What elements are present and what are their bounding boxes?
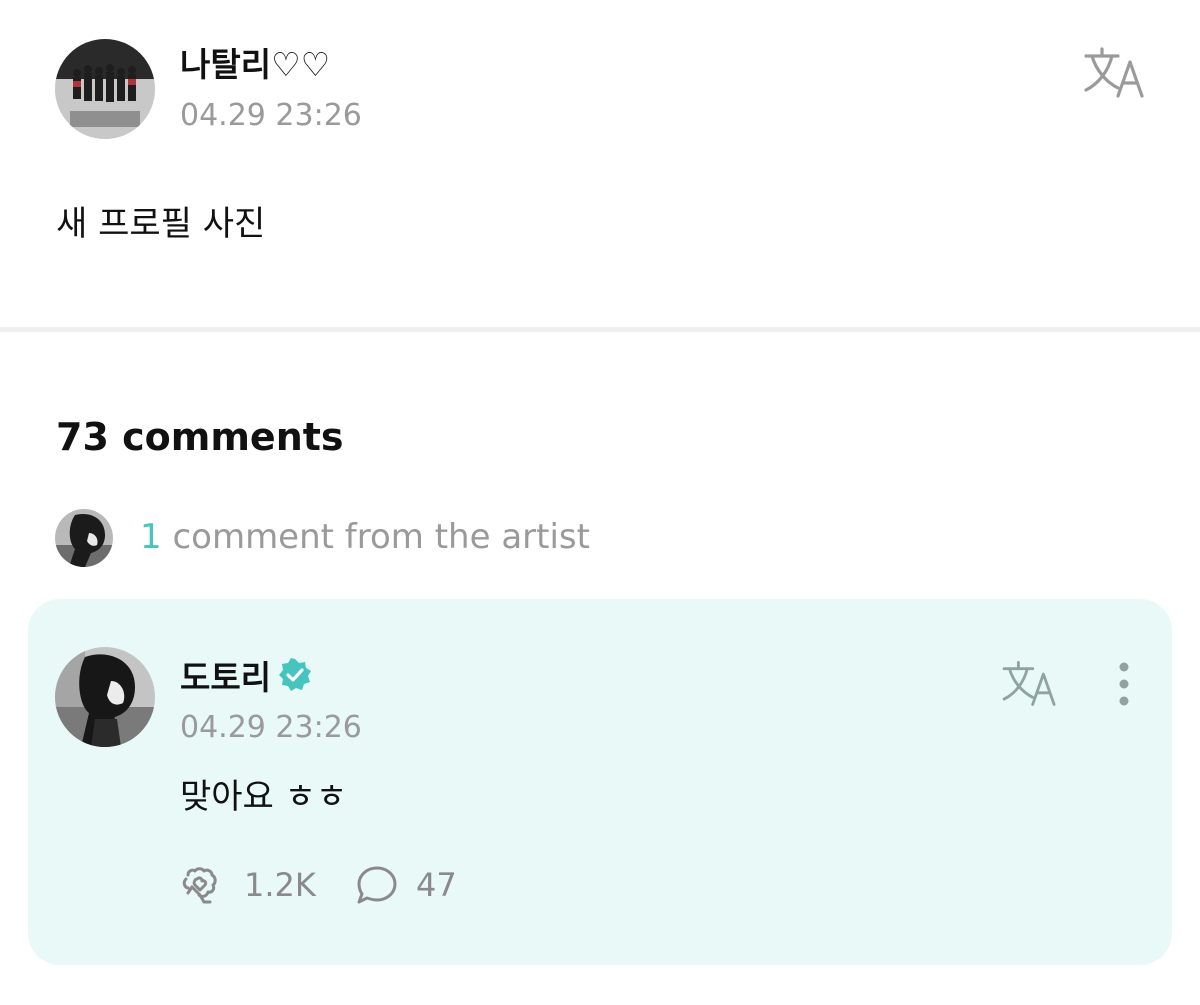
comment-author-name[interactable]: 도토리 [180, 651, 271, 699]
artist-avatar-small [55, 509, 113, 567]
comment-author-header: 도토리 [180, 651, 313, 699]
post-timestamp: 04.29 23:26 [180, 98, 362, 133]
reply-count: 47 [416, 866, 457, 904]
like-icon [180, 865, 222, 905]
more-vertical-icon[interactable] [1110, 659, 1138, 709]
artist-comment-label: comment from the artist [161, 517, 590, 557]
comment-author-avatar[interactable] [55, 647, 155, 747]
translate-icon[interactable] [1082, 44, 1148, 100]
comment-timestamp: 04.29 23:26 [180, 710, 362, 745]
like-button[interactable]: 1.2K [180, 865, 316, 905]
speech-bubble-icon [356, 865, 398, 905]
section-divider [0, 327, 1200, 332]
reply-button[interactable]: 47 [356, 865, 457, 905]
comment-body-text: 맞아요 ㅎㅎ [180, 777, 348, 817]
artist-comment-count: 1 [140, 517, 162, 557]
like-count: 1.2K [244, 866, 316, 904]
artist-comment-card: 도토리 04.29 23:26 맞아요 ㅎㅎ 1.2K 47 [28, 599, 1172, 965]
post-author-name[interactable]: 나탈리♡♡ [180, 38, 330, 86]
post-author-avatar[interactable] [55, 39, 155, 139]
artist-comments-summary: 1 comment from the artist [140, 517, 590, 557]
post-body-text: 새 프로필 사진 [56, 204, 266, 244]
comments-count-heading: 73 comments [56, 415, 344, 459]
verified-badge-icon [277, 657, 313, 693]
artist-comments-link[interactable]: 1 comment from the artist [55, 509, 635, 567]
comment-translate-icon[interactable] [1000, 658, 1060, 708]
